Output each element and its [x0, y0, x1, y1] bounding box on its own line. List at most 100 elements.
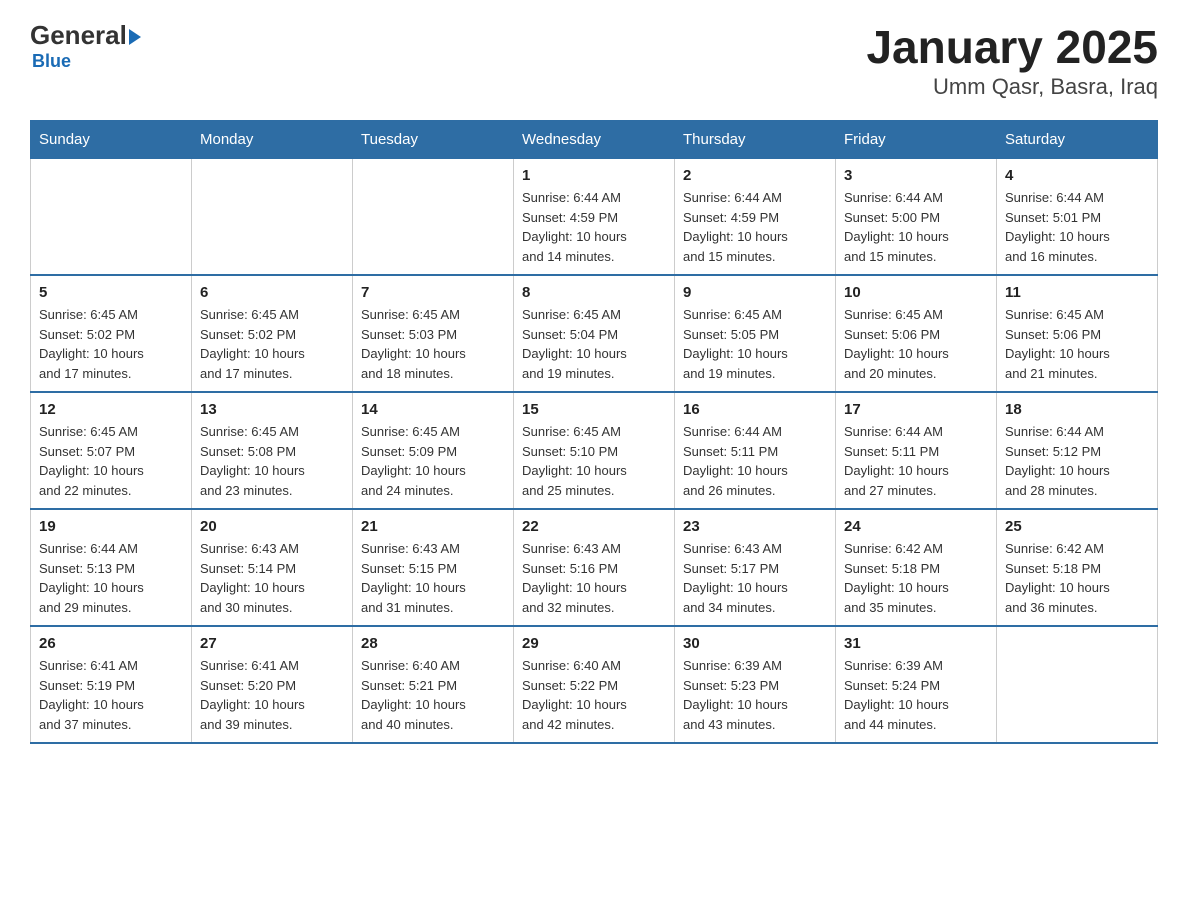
day-number: 21 — [361, 518, 505, 535]
header-wednesday: Wednesday — [514, 121, 675, 159]
calendar-cell: 9Sunrise: 6:45 AM Sunset: 5:05 PM Daylig… — [675, 275, 836, 392]
logo: General Blue — [30, 20, 141, 72]
day-info: Sunrise: 6:42 AM Sunset: 5:18 PM Dayligh… — [844, 539, 988, 617]
day-info: Sunrise: 6:43 AM Sunset: 5:14 PM Dayligh… — [200, 539, 344, 617]
day-number: 17 — [844, 401, 988, 418]
day-info: Sunrise: 6:45 AM Sunset: 5:06 PM Dayligh… — [1005, 305, 1149, 383]
day-info: Sunrise: 6:45 AM Sunset: 5:02 PM Dayligh… — [200, 305, 344, 383]
calendar-week-row: 19 Sunrise: 6:44 AM Sunset: 5:13 PM Dayli… — [31, 509, 1158, 626]
calendar-cell: 17 Sunrise: 6:44 AM Sunset: 5:11 PM Dayli… — [836, 392, 997, 509]
day-number: 11 — [1005, 284, 1149, 301]
day-info: Sunrise: 6:44 AM Sunset: 5:11 PM Dayligh… — [844, 422, 988, 500]
logo-blue: Blue — [32, 51, 71, 72]
day-number: 14 — [361, 401, 505, 418]
calendar-header-row: SundayMondayTuesdayWednesdayThursdayFrid… — [31, 121, 1158, 159]
day-info: Sunrise: 6:39 AM Sunset: 5:24 PM Dayligh… — [844, 656, 988, 734]
day-number: 9 — [683, 284, 827, 301]
day-number: 10 — [844, 284, 988, 301]
calendar-cell: 7 Sunrise: 6:45 AM Sunset: 5:03 PM Daylig… — [353, 275, 514, 392]
day-info: Sunrise: 6:41 AM Sunset: 5:20 PM Dayligh… — [200, 656, 344, 734]
day-number: 29 — [522, 635, 666, 652]
day-number: 20 — [200, 518, 344, 535]
calendar-cell: 12 Sunrise: 6:45 AM Sunset: 5:07 PM Dayli… — [31, 392, 192, 509]
day-info: Sunrise: 6:45 AM Sunset: 5:08 PM Dayligh… — [200, 422, 344, 500]
day-info: Sunrise: 6:40 AM Sunset: 5:22 PM Dayligh… — [522, 656, 666, 734]
calendar-cell: 2 Sunrise: 6:44 AM Sunset: 4:59 PM Daylig… — [675, 159, 836, 276]
calendar-subtitle: Umm Qasr, Basra, Iraq — [866, 74, 1158, 100]
day-number: 6 — [200, 284, 344, 301]
calendar-cell — [353, 159, 514, 276]
day-info: Sunrise: 6:44 AM Sunset: 5:11 PM Dayligh… — [683, 422, 827, 500]
calendar-week-row: 26 Sunrise: 6:41 AM Sunset: 5:19 PM Dayli… — [31, 626, 1158, 743]
day-number: 23 — [683, 518, 827, 535]
day-info: Sunrise: 6:45 AM Sunset: 5:09 PM Dayligh… — [361, 422, 505, 500]
calendar-cell: 11 Sunrise: 6:45 AM Sunset: 5:06 PM Dayli… — [997, 275, 1158, 392]
day-number: 26 — [39, 635, 183, 652]
calendar-cell: 26 Sunrise: 6:41 AM Sunset: 5:19 PM Dayli… — [31, 626, 192, 743]
calendar-cell: 29 Sunrise: 6:40 AM Sunset: 5:22 PM Dayli… — [514, 626, 675, 743]
calendar-cell: 31 Sunrise: 6:39 AM Sunset: 5:24 PM Dayli… — [836, 626, 997, 743]
calendar-cell — [997, 626, 1158, 743]
calendar-cell: 16 Sunrise: 6:44 AM Sunset: 5:11 PM Dayli… — [675, 392, 836, 509]
calendar-cell: 3 Sunrise: 6:44 AM Sunset: 5:00 PM Daylig… — [836, 159, 997, 276]
day-info: Sunrise: 6:44 AM Sunset: 5:01 PM Dayligh… — [1005, 188, 1149, 266]
day-info: Sunrise: 6:44 AM Sunset: 4:59 PM Dayligh… — [683, 188, 827, 266]
calendar-cell: 20 Sunrise: 6:43 AM Sunset: 5:14 PM Dayli… — [192, 509, 353, 626]
header-thursday: Thursday — [675, 121, 836, 159]
calendar-cell: 14 Sunrise: 6:45 AM Sunset: 5:09 PM Dayli… — [353, 392, 514, 509]
calendar-cell: 10 Sunrise: 6:45 AM Sunset: 5:06 PM Dayli… — [836, 275, 997, 392]
day-info: Sunrise: 6:45 AM Sunset: 5:02 PM Dayligh… — [39, 305, 183, 383]
calendar-cell: 18 Sunrise: 6:44 AM Sunset: 5:12 PM Dayli… — [997, 392, 1158, 509]
day-info: Sunrise: 6:41 AM Sunset: 5:19 PM Dayligh… — [39, 656, 183, 734]
logo-arrow-icon — [129, 29, 141, 45]
day-number: 31 — [844, 635, 988, 652]
day-info: Sunrise: 6:39 AM Sunset: 5:23 PM Dayligh… — [683, 656, 827, 734]
day-number: 8 — [522, 284, 666, 301]
header-tuesday: Tuesday — [353, 121, 514, 159]
calendar-week-row: 5Sunrise: 6:45 AM Sunset: 5:02 PM Daylig… — [31, 275, 1158, 392]
day-info: Sunrise: 6:42 AM Sunset: 5:18 PM Dayligh… — [1005, 539, 1149, 617]
calendar-cell: 30 Sunrise: 6:39 AM Sunset: 5:23 PM Dayli… — [675, 626, 836, 743]
day-number: 19 — [39, 518, 183, 535]
calendar-cell: 27 Sunrise: 6:41 AM Sunset: 5:20 PM Dayli… — [192, 626, 353, 743]
calendar-cell — [31, 159, 192, 276]
day-number: 22 — [522, 518, 666, 535]
day-info: Sunrise: 6:45 AM Sunset: 5:06 PM Dayligh… — [844, 305, 988, 383]
day-number: 25 — [1005, 518, 1149, 535]
logo-general: General — [30, 20, 127, 51]
day-number: 24 — [844, 518, 988, 535]
calendar-cell: 25 Sunrise: 6:42 AM Sunset: 5:18 PM Dayli… — [997, 509, 1158, 626]
day-info: Sunrise: 6:45 AM Sunset: 5:10 PM Dayligh… — [522, 422, 666, 500]
calendar-cell: 5Sunrise: 6:45 AM Sunset: 5:02 PM Daylig… — [31, 275, 192, 392]
calendar-title: January 2025 — [866, 20, 1158, 74]
calendar-cell — [192, 159, 353, 276]
calendar-cell: 4 Sunrise: 6:44 AM Sunset: 5:01 PM Daylig… — [997, 159, 1158, 276]
day-info: Sunrise: 6:43 AM Sunset: 5:15 PM Dayligh… — [361, 539, 505, 617]
calendar-cell: 8Sunrise: 6:45 AM Sunset: 5:04 PM Daylig… — [514, 275, 675, 392]
day-info: Sunrise: 6:44 AM Sunset: 5:13 PM Dayligh… — [39, 539, 183, 617]
day-info: Sunrise: 6:44 AM Sunset: 5:12 PM Dayligh… — [1005, 422, 1149, 500]
day-number: 12 — [39, 401, 183, 418]
calendar-week-row: 12 Sunrise: 6:45 AM Sunset: 5:07 PM Dayli… — [31, 392, 1158, 509]
day-number: 7 — [361, 284, 505, 301]
day-info: Sunrise: 6:45 AM Sunset: 5:07 PM Dayligh… — [39, 422, 183, 500]
day-number: 1 — [522, 167, 666, 184]
day-number: 13 — [200, 401, 344, 418]
day-number: 3 — [844, 167, 988, 184]
day-number: 27 — [200, 635, 344, 652]
day-info: Sunrise: 6:45 AM Sunset: 5:03 PM Dayligh… — [361, 305, 505, 383]
day-number: 16 — [683, 401, 827, 418]
day-number: 18 — [1005, 401, 1149, 418]
day-number: 4 — [1005, 167, 1149, 184]
header-monday: Monday — [192, 121, 353, 159]
day-info: Sunrise: 6:40 AM Sunset: 5:21 PM Dayligh… — [361, 656, 505, 734]
page-header: General Blue January 2025 Umm Qasr, Basr… — [30, 20, 1158, 100]
day-number: 2 — [683, 167, 827, 184]
calendar-table: SundayMondayTuesdayWednesdayThursdayFrid… — [30, 120, 1158, 744]
day-number: 30 — [683, 635, 827, 652]
header-saturday: Saturday — [997, 121, 1158, 159]
calendar-cell: 15Sunrise: 6:45 AM Sunset: 5:10 PM Dayli… — [514, 392, 675, 509]
day-info: Sunrise: 6:44 AM Sunset: 5:00 PM Dayligh… — [844, 188, 988, 266]
day-info: Sunrise: 6:44 AM Sunset: 4:59 PM Dayligh… — [522, 188, 666, 266]
day-info: Sunrise: 6:43 AM Sunset: 5:17 PM Dayligh… — [683, 539, 827, 617]
